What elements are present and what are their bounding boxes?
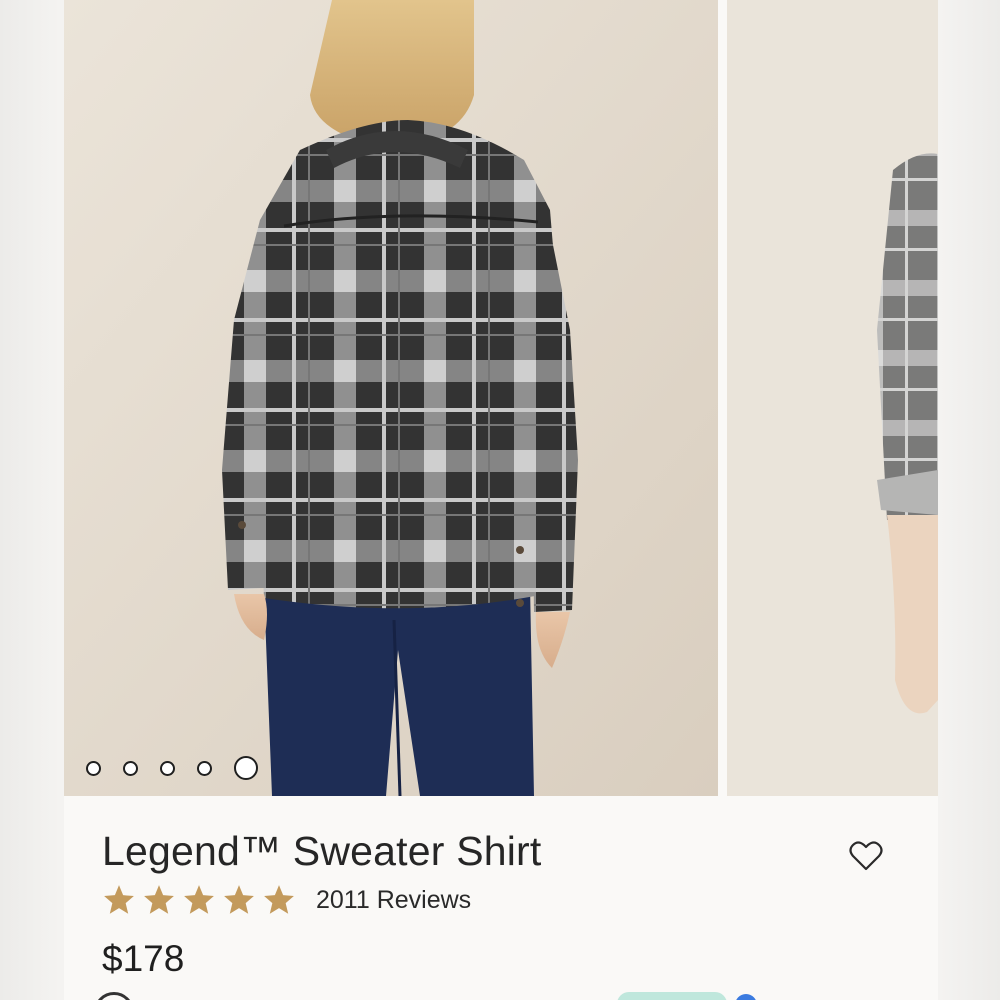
color-swatch-partial[interactable] <box>94 992 134 1000</box>
star-filled-icon <box>224 885 254 914</box>
product-title: Legend™ Sweater Shirt <box>102 828 542 874</box>
star-rating <box>102 883 296 917</box>
badge-partial <box>617 992 727 1000</box>
carousel-dot-5-active[interactable] <box>234 756 258 780</box>
carousel-dot-1[interactable] <box>86 760 101 776</box>
product-price: $178 <box>102 938 185 979</box>
star-filled-icon <box>144 885 174 914</box>
carousel-dot-3[interactable] <box>160 760 175 776</box>
reviews-link[interactable]: 2011 Reviews <box>316 886 471 915</box>
product-image-side-view[interactable] <box>727 0 938 796</box>
product-rating: 2011 Reviews <box>102 882 471 918</box>
image-carousel[interactable] <box>64 0 938 796</box>
product-card: Legend™ Sweater Shirt 2011 Reviews $178 <box>64 0 938 1000</box>
star-filled-icon <box>264 885 294 914</box>
favorite-button[interactable] <box>846 836 886 876</box>
star-filled-icon <box>184 885 214 914</box>
carousel-dot-4[interactable] <box>197 760 212 776</box>
indicator-partial <box>735 994 757 1000</box>
product-image-back-view[interactable] <box>64 0 718 796</box>
carousel-pagination <box>86 756 258 780</box>
heart-outline-icon <box>849 841 883 871</box>
carousel-dot-2[interactable] <box>123 760 138 776</box>
star-filled-icon <box>104 885 134 914</box>
product-info: Legend™ Sweater Shirt 2011 Reviews $178 <box>64 796 938 1000</box>
